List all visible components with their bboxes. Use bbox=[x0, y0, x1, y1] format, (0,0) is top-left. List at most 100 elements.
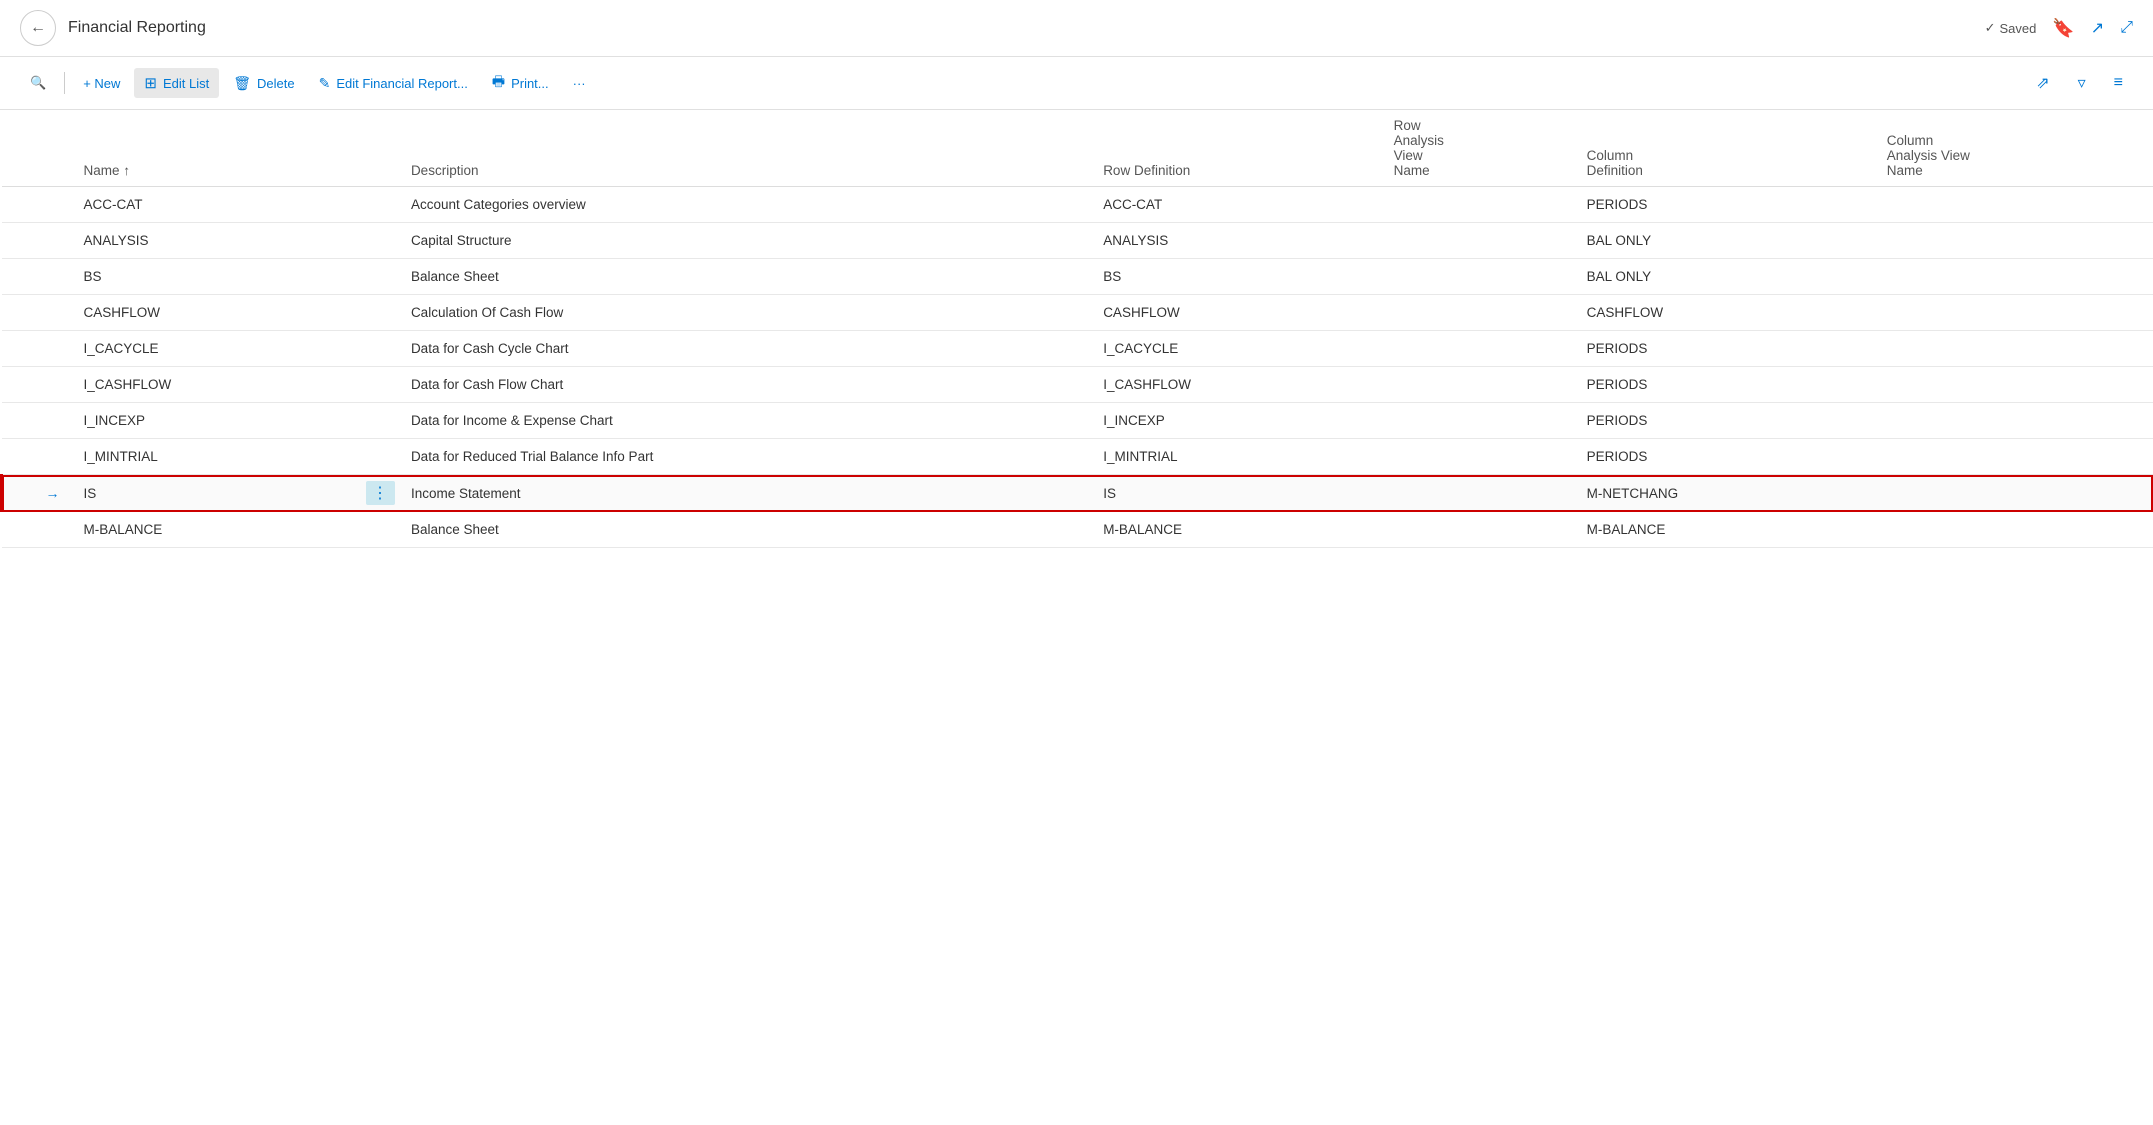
row-description: Data for Reduced Trial Balance Info Part bbox=[399, 439, 1091, 475]
row-selector bbox=[2, 331, 34, 367]
row-analysis-view-name bbox=[1382, 223, 1575, 259]
checkmark-icon: ✓ bbox=[1985, 20, 1996, 36]
row-row-definition: I_CASHFLOW bbox=[1091, 367, 1381, 403]
search-icon: 🔍 bbox=[30, 75, 46, 91]
more-button[interactable]: ··· bbox=[563, 70, 596, 97]
toolbar: 🔍 + New ⊞ Edit List 🗑 Delete ✎ Edit Fina… bbox=[0, 57, 2153, 110]
table-container: Name ↑ Description Row Definition Row An… bbox=[0, 110, 2153, 548]
row-row-definition: I_CACYCLE bbox=[1091, 331, 1381, 367]
row-name: IS bbox=[72, 475, 362, 512]
page-title: Financial Reporting bbox=[68, 19, 1973, 37]
context-dots-icon[interactable]: ⋮ bbox=[366, 481, 395, 505]
row-arrow bbox=[34, 187, 72, 223]
row-selector bbox=[2, 439, 34, 475]
row-selector bbox=[2, 403, 34, 439]
row-column-definition: BAL ONLY bbox=[1575, 259, 1875, 295]
col-ctx bbox=[362, 110, 399, 187]
new-button-label: + New bbox=[83, 76, 120, 91]
table-row[interactable]: BSBalance SheetBSBAL ONLY bbox=[2, 259, 2153, 295]
row-context-menu bbox=[362, 403, 399, 439]
row-column-analysis-view-name bbox=[1875, 331, 2153, 367]
columns-icon: ≡ bbox=[2114, 74, 2123, 92]
row-arrow bbox=[34, 331, 72, 367]
row-column-definition: PERIODS bbox=[1575, 367, 1875, 403]
saved-label: Saved bbox=[1999, 21, 2036, 36]
expand-icon[interactable]: ⤢ bbox=[2120, 19, 2133, 37]
row-context-menu[interactable]: ⋮ bbox=[362, 475, 399, 512]
edit-list-button[interactable]: ⊞ Edit List bbox=[134, 68, 219, 98]
row-selector bbox=[2, 295, 34, 331]
edit-report-button[interactable]: ✎ Edit Financial Report... bbox=[309, 69, 478, 98]
toolbar-filter-button[interactable]: ▿ bbox=[2068, 67, 2096, 99]
table-row[interactable]: M-BALANCEBalance SheetM-BALANCEM-BALANCE bbox=[2, 512, 2153, 548]
row-name: CASHFLOW bbox=[72, 295, 362, 331]
table-row[interactable]: ANALYSISCapital StructureANALYSISBAL ONL… bbox=[2, 223, 2153, 259]
table-row[interactable]: CASHFLOWCalculation Of Cash FlowCASHFLOW… bbox=[2, 295, 2153, 331]
delete-button[interactable]: 🗑 Delete bbox=[223, 69, 304, 98]
table-row[interactable]: I_INCEXPData for Income & Expense ChartI… bbox=[2, 403, 2153, 439]
row-name: I_INCEXP bbox=[72, 403, 362, 439]
row-column-analysis-view-name bbox=[1875, 223, 2153, 259]
table-row[interactable]: I_CASHFLOWData for Cash Flow ChartI_CASH… bbox=[2, 367, 2153, 403]
more-icon: ··· bbox=[573, 76, 586, 91]
row-analysis-view-name bbox=[1382, 367, 1575, 403]
row-description: Capital Structure bbox=[399, 223, 1091, 259]
col-arrow bbox=[34, 110, 72, 187]
toolbar-share-icon: ⇗ bbox=[2036, 73, 2049, 93]
edit-list-label: Edit List bbox=[163, 76, 209, 91]
row-description: Calculation Of Cash Flow bbox=[399, 295, 1091, 331]
row-row-definition: ACC-CAT bbox=[1091, 187, 1381, 223]
back-button[interactable]: ← bbox=[20, 10, 56, 46]
row-arrow bbox=[34, 295, 72, 331]
share-icon[interactable]: ↗ bbox=[2091, 18, 2104, 38]
row-analysis-view-name bbox=[1382, 403, 1575, 439]
row-name: M-BALANCE bbox=[72, 512, 362, 548]
row-name: ANALYSIS bbox=[72, 223, 362, 259]
page-header: ← Financial Reporting ✓ Saved 🔖 ↗ ⤢ bbox=[0, 0, 2153, 57]
new-button[interactable]: + New bbox=[73, 70, 130, 97]
row-arrow bbox=[34, 223, 72, 259]
row-context-menu bbox=[362, 259, 399, 295]
search-button[interactable]: 🔍 bbox=[20, 69, 56, 97]
row-description: Balance Sheet bbox=[399, 259, 1091, 295]
row-analysis-view-name bbox=[1382, 295, 1575, 331]
col-column-definition: Column Definition bbox=[1575, 110, 1875, 187]
row-column-analysis-view-name bbox=[1875, 475, 2153, 512]
delete-label: Delete bbox=[257, 76, 295, 91]
toolbar-columns-button[interactable]: ≡ bbox=[2104, 68, 2133, 98]
row-column-analysis-view-name bbox=[1875, 512, 2153, 548]
row-selector bbox=[2, 367, 34, 403]
table-row[interactable]: →IS⋮Income StatementISM-NETCHANG bbox=[2, 475, 2153, 512]
col-description: Description bbox=[399, 110, 1091, 187]
row-analysis-view-name bbox=[1382, 512, 1575, 548]
row-context-menu bbox=[362, 367, 399, 403]
bookmark-icon[interactable]: 🔖 bbox=[2052, 18, 2074, 39]
row-description: Data for Cash Flow Chart bbox=[399, 367, 1091, 403]
edit-report-icon: ✎ bbox=[319, 75, 331, 92]
toolbar-share-button[interactable]: ⇗ bbox=[2026, 67, 2059, 99]
table-row[interactable]: I_MINTRIALData for Reduced Trial Balance… bbox=[2, 439, 2153, 475]
row-row-definition: BS bbox=[1091, 259, 1381, 295]
row-row-definition: ANALYSIS bbox=[1091, 223, 1381, 259]
row-row-definition: CASHFLOW bbox=[1091, 295, 1381, 331]
col-name[interactable]: Name ↑ bbox=[72, 110, 362, 187]
row-context-menu bbox=[362, 331, 399, 367]
table-row[interactable]: I_CACYCLEData for Cash Cycle ChartI_CACY… bbox=[2, 331, 2153, 367]
financial-reports-table: Name ↑ Description Row Definition Row An… bbox=[0, 110, 2153, 548]
row-selector bbox=[2, 512, 34, 548]
row-column-definition: M-NETCHANG bbox=[1575, 475, 1875, 512]
saved-status: ✓ Saved bbox=[1985, 20, 2037, 36]
print-icon: 🖶 bbox=[492, 71, 505, 95]
table-header-row: Name ↑ Description Row Definition Row An… bbox=[2, 110, 2153, 187]
filter-icon: ▿ bbox=[2078, 73, 2086, 93]
row-column-definition: M-BALANCE bbox=[1575, 512, 1875, 548]
print-button[interactable]: 🖶 Print... bbox=[482, 65, 559, 101]
row-column-definition: CASHFLOW bbox=[1575, 295, 1875, 331]
row-analysis-view-name bbox=[1382, 475, 1575, 512]
row-row-definition: I_INCEXP bbox=[1091, 403, 1381, 439]
row-column-definition: PERIODS bbox=[1575, 403, 1875, 439]
back-icon: ← bbox=[30, 19, 46, 37]
table-row[interactable]: ACC-CATAccount Categories overviewACC-CA… bbox=[2, 187, 2153, 223]
row-column-analysis-view-name bbox=[1875, 439, 2153, 475]
row-context-menu bbox=[362, 512, 399, 548]
